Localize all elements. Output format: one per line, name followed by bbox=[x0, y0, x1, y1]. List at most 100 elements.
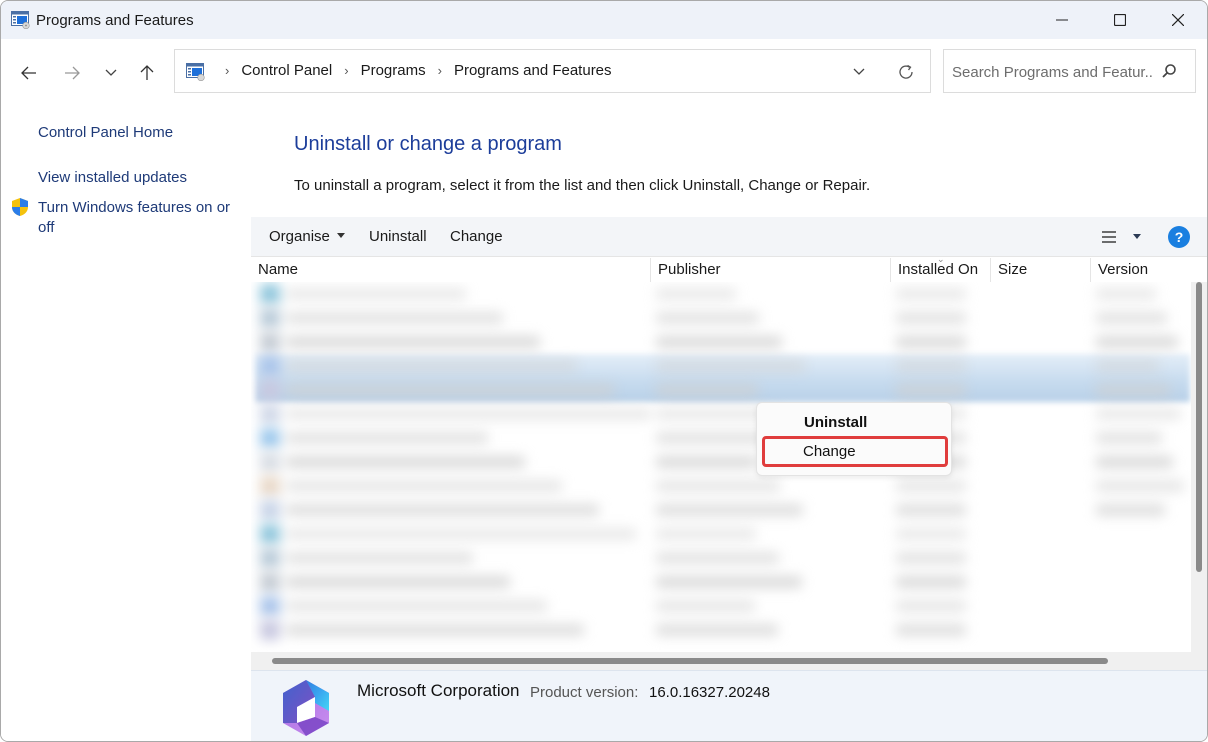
blurred-cell bbox=[286, 336, 540, 348]
list-item[interactable] bbox=[256, 498, 1186, 522]
program-icon bbox=[260, 524, 280, 544]
breadcrumb-programs-and-features[interactable]: Programs and Features bbox=[454, 62, 612, 79]
sidebar-item-view-installed-updates[interactable]: View installed updates bbox=[38, 168, 187, 188]
column-header-size[interactable]: Size bbox=[991, 258, 1091, 282]
list-item[interactable] bbox=[256, 378, 1186, 402]
search-icon[interactable] bbox=[1160, 62, 1178, 80]
horizontal-scrollbar[interactable] bbox=[251, 652, 1207, 670]
refresh-icon bbox=[899, 64, 913, 79]
page-title: Uninstall or change a program bbox=[294, 133, 562, 155]
horizontal-scrollbar-thumb[interactable] bbox=[272, 658, 1108, 664]
minimize-icon bbox=[1056, 19, 1068, 21]
list-item[interactable] bbox=[256, 450, 1186, 474]
context-menu-uninstall[interactable]: Uninstall bbox=[763, 408, 947, 438]
blurred-cell bbox=[896, 384, 966, 396]
organise-button[interactable]: Organise bbox=[269, 228, 345, 245]
program-icon bbox=[260, 548, 280, 568]
list-item[interactable] bbox=[256, 594, 1186, 618]
list-item[interactable] bbox=[256, 474, 1186, 498]
back-button[interactable] bbox=[15, 59, 43, 87]
list-item[interactable] bbox=[256, 618, 1186, 642]
breadcrumb: › Control Panel › Programs › Programs an… bbox=[213, 62, 612, 79]
context-menu-change[interactable]: Change bbox=[762, 436, 948, 467]
help-button[interactable]: ? bbox=[1168, 226, 1190, 248]
maximize-icon bbox=[1114, 14, 1126, 26]
blurred-cell bbox=[896, 504, 966, 516]
blurred-cell bbox=[656, 360, 805, 372]
blurred-cell bbox=[656, 480, 780, 492]
forward-button[interactable] bbox=[58, 59, 86, 87]
view-options-button[interactable] bbox=[1097, 226, 1121, 248]
blurred-cell bbox=[1096, 360, 1159, 372]
details-publisher: Microsoft Corporation bbox=[357, 681, 520, 700]
view-options-dropdown-icon[interactable] bbox=[1133, 234, 1141, 239]
blurred-cell bbox=[656, 624, 778, 636]
column-header-version[interactable]: Version bbox=[1091, 258, 1189, 282]
blurred-cell bbox=[286, 312, 503, 324]
arrow-up-icon bbox=[140, 65, 154, 80]
up-button[interactable] bbox=[133, 59, 161, 87]
program-list[interactable] bbox=[251, 282, 1191, 652]
list-item[interactable] bbox=[256, 546, 1186, 570]
maximize-button[interactable] bbox=[1091, 1, 1149, 39]
sidebar-item-turn-windows-features[interactable]: Turn Windows features on or off bbox=[38, 198, 238, 238]
list-item[interactable] bbox=[256, 426, 1186, 450]
program-icon bbox=[260, 500, 280, 520]
blurred-cell bbox=[286, 600, 547, 612]
program-icon bbox=[260, 356, 280, 376]
list-item[interactable] bbox=[256, 402, 1186, 426]
breadcrumb-programs[interactable]: Programs bbox=[361, 62, 426, 79]
list-item[interactable] bbox=[256, 306, 1186, 330]
blurred-cell bbox=[896, 288, 966, 300]
column-header-name[interactable]: Name bbox=[251, 258, 651, 282]
blurred-cell bbox=[896, 360, 966, 372]
close-button[interactable] bbox=[1149, 1, 1207, 39]
blurred-cell bbox=[286, 624, 584, 636]
blurred-cell bbox=[286, 504, 599, 516]
blurred-cell bbox=[656, 336, 782, 348]
address-history-dropdown[interactable] bbox=[847, 62, 871, 82]
recent-locations-button[interactable] bbox=[97, 59, 125, 87]
blurred-cell bbox=[1096, 480, 1184, 492]
minimize-button[interactable] bbox=[1033, 1, 1091, 39]
vertical-scrollbar-thumb[interactable] bbox=[1196, 282, 1202, 572]
search-input[interactable] bbox=[952, 61, 1152, 83]
column-header-publisher[interactable]: Publisher bbox=[651, 258, 891, 282]
details-version-label: Product version: bbox=[530, 684, 639, 701]
program-icon bbox=[260, 284, 280, 304]
chevron-down-icon bbox=[105, 69, 117, 76]
breadcrumb-control-panel[interactable]: Control Panel bbox=[241, 62, 332, 79]
breadcrumb-separator-icon: › bbox=[225, 63, 230, 78]
blurred-cell bbox=[286, 552, 473, 564]
organise-label: Organise bbox=[269, 228, 330, 245]
refresh-button[interactable] bbox=[894, 61, 918, 83]
blurred-cell bbox=[286, 480, 562, 492]
programs-features-icon bbox=[11, 11, 30, 29]
microsoft-365-logo-icon bbox=[283, 680, 329, 736]
blurred-cell bbox=[286, 456, 525, 468]
program-icon bbox=[260, 428, 280, 448]
blurred-cell bbox=[656, 504, 803, 516]
uninstall-button[interactable]: Uninstall bbox=[369, 228, 427, 245]
control-panel-icon bbox=[186, 63, 205, 81]
change-button[interactable]: Change bbox=[450, 228, 503, 245]
address-bar[interactable]: › Control Panel › Programs › Programs an… bbox=[174, 49, 931, 93]
sidebar-item-control-panel-home[interactable]: Control Panel Home bbox=[38, 123, 173, 143]
list-item[interactable] bbox=[256, 354, 1186, 378]
list-item[interactable] bbox=[256, 570, 1186, 594]
blurred-cell bbox=[656, 456, 757, 468]
blurred-cell bbox=[896, 600, 966, 612]
blurred-cell bbox=[896, 480, 966, 492]
list-item[interactable] bbox=[256, 282, 1186, 306]
blurred-cell bbox=[896, 552, 966, 564]
sidebar: Control Panel Home View installed update… bbox=[1, 105, 251, 741]
vertical-scrollbar[interactable] bbox=[1191, 282, 1207, 654]
caret-down-icon bbox=[336, 232, 345, 238]
chevron-down-icon bbox=[853, 68, 865, 75]
list-item[interactable] bbox=[256, 330, 1186, 354]
blurred-cell bbox=[656, 600, 755, 612]
list-item[interactable] bbox=[256, 522, 1186, 546]
blurred-cell bbox=[1096, 336, 1178, 348]
details-pane: Microsoft Corporation Product version: 1… bbox=[251, 670, 1207, 741]
blurred-cell bbox=[286, 408, 651, 420]
